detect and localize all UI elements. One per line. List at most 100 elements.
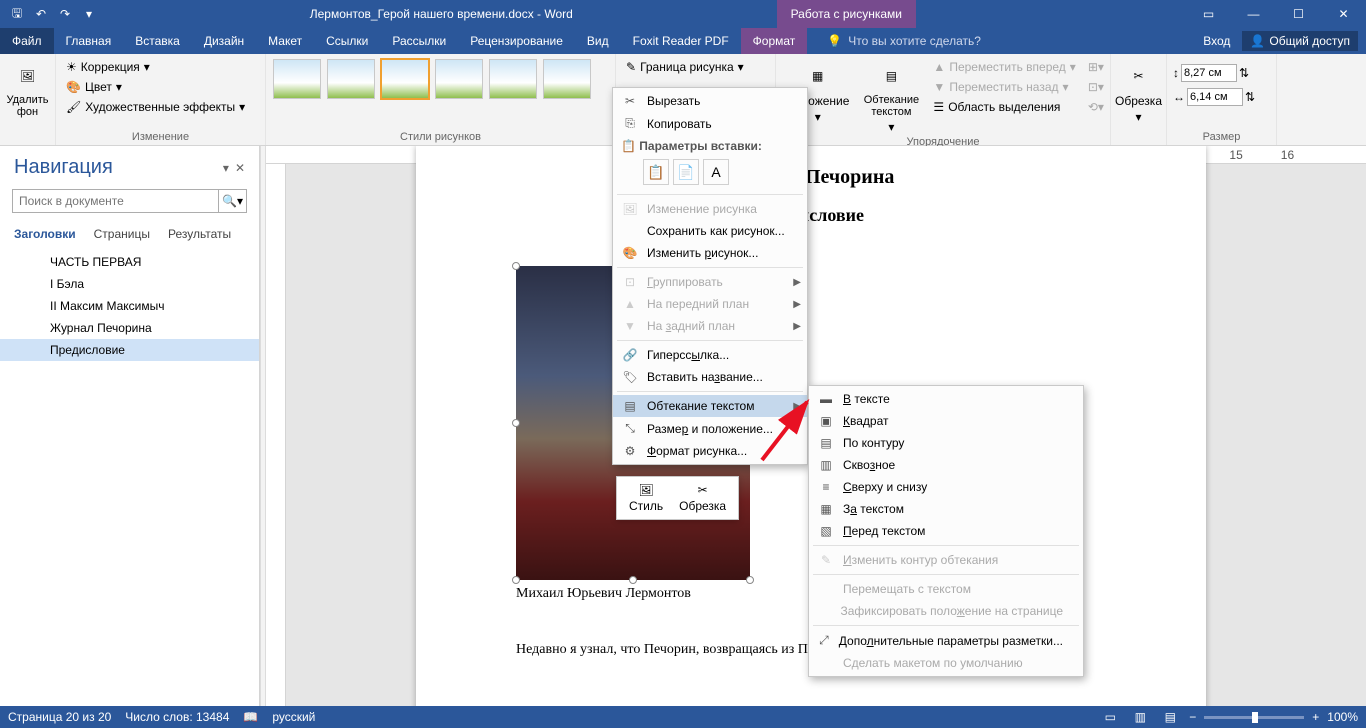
status-words[interactable]: Число слов: 13484 (125, 710, 229, 724)
backward-label: Переместить назад (949, 80, 1058, 94)
wrap-behind[interactable]: ▦За текстом (809, 498, 1083, 520)
wrap-more-options[interactable]: ⤢Дополнительные параметры разметки... (809, 629, 1083, 652)
undo-icon[interactable]: ↶ (30, 3, 52, 25)
zoom-slider[interactable] (1204, 716, 1304, 719)
wrap-inline[interactable]: ▬В тексте (809, 388, 1083, 410)
maximize-icon[interactable]: ☐ (1276, 0, 1321, 28)
status-spellcheck-icon[interactable]: 📖 (243, 710, 258, 724)
zoom-level[interactable]: 100% (1327, 710, 1358, 724)
nav-tab-results[interactable]: Результаты (168, 227, 231, 241)
width-field[interactable] (1187, 88, 1243, 106)
view-read-icon[interactable]: ▭ (1099, 708, 1121, 726)
corrections-button[interactable]: ☀ Коррекция ▾ (62, 58, 259, 76)
color-button[interactable]: 🎨 Цвет ▾ (62, 78, 259, 96)
tab-insert[interactable]: Вставка (123, 28, 192, 54)
nav-tab-pages[interactable]: Страницы (94, 227, 150, 241)
width-input[interactable]: ↔ ⇅ (1173, 88, 1270, 106)
redo-icon[interactable]: ↷ (54, 3, 76, 25)
tab-view[interactable]: Вид (575, 28, 621, 54)
tab-review[interactable]: Рецензирование (458, 28, 575, 54)
wrap-tight[interactable]: ▤По контуру (809, 432, 1083, 454)
tab-format[interactable]: Формат (741, 28, 808, 54)
artistic-effects-button[interactable]: 🖌 Художественные эффекты ▾ (62, 98, 259, 116)
paste-option-2[interactable]: 📄 (673, 159, 699, 185)
mini-crop-button[interactable]: ✂Обрезка (671, 481, 734, 515)
selection-pane-button[interactable]: ☰ Область выделения (929, 98, 1079, 116)
zoom-out-icon[interactable]: − (1189, 710, 1196, 724)
remove-background-button[interactable]: 🖼 Удалить фон (6, 58, 49, 120)
wrap-front[interactable]: ▧Перед текстом (809, 520, 1083, 542)
tab-layout[interactable]: Макет (256, 28, 314, 54)
format-icon: ⚙ (621, 444, 639, 458)
picture-style-2[interactable] (327, 59, 375, 99)
ctx-hyperlink[interactable]: 🔗Гиперссылка... (613, 344, 807, 366)
wrap-icon: ▤ (875, 60, 907, 92)
crop-button[interactable]: ✂Обрезка▾ (1117, 58, 1160, 126)
paste-option-3[interactable]: A (703, 159, 729, 185)
picture-style-3[interactable] (381, 59, 429, 99)
mini-style-button[interactable]: 🖼Стиль (621, 481, 671, 515)
status-language[interactable]: русский (272, 710, 315, 724)
nav-close-icon[interactable]: ✕ (235, 161, 245, 175)
status-page[interactable]: Страница 20 из 20 (8, 710, 111, 724)
resize-handle[interactable] (746, 576, 754, 584)
height-field[interactable] (1181, 64, 1237, 82)
picture-style-1[interactable] (273, 59, 321, 99)
picture-style-4[interactable] (435, 59, 483, 99)
outline-item[interactable]: II Максим Максимыч (0, 295, 259, 317)
view-web-icon[interactable]: ▤ (1159, 708, 1181, 726)
remove-background-icon: 🖼 (12, 60, 44, 92)
tab-foxit[interactable]: Foxit Reader PDF (621, 28, 741, 54)
vertical-ruler[interactable] (266, 164, 286, 706)
sign-in-button[interactable]: Вход (1195, 28, 1238, 54)
picture-style-6[interactable] (543, 59, 591, 99)
wrap-top-bottom[interactable]: ≡Сверху и снизу (809, 476, 1083, 498)
minimize-icon[interactable]: — (1231, 0, 1276, 28)
nav-menu-icon[interactable]: ▾ (223, 161, 229, 175)
qat-customize-icon[interactable]: ▾ (78, 3, 100, 25)
save-icon[interactable]: 🖫 (6, 3, 28, 25)
search-icon[interactable]: 🔍▾ (218, 190, 246, 212)
zoom-in-icon[interactable]: + (1312, 710, 1319, 724)
outline-item[interactable]: Журнал Печорина (0, 317, 259, 339)
ctx-cut[interactable]: ✂Вырезать (613, 90, 807, 112)
color-label: Цвет (85, 80, 112, 94)
tab-design[interactable]: Дизайн (192, 28, 256, 54)
ctx-edit-picture[interactable]: 🎨Изменить рисунок... (613, 242, 807, 264)
nav-search[interactable]: 🔍▾ (12, 189, 247, 213)
ctx-format-picture[interactable]: ⚙Формат рисунка... (613, 440, 807, 462)
resize-handle[interactable] (512, 419, 520, 427)
ctx-size-position[interactable]: ⤡Размер и положение... (613, 417, 807, 440)
ctx-wrap-text[interactable]: ▤Обтекание текстом▶ (613, 395, 807, 417)
resize-handle[interactable] (512, 576, 520, 584)
outline-item[interactable]: I Бэла (0, 273, 259, 295)
more-icon: ⤢ (817, 633, 831, 648)
paste-option-1[interactable]: 📋 (643, 159, 669, 185)
ctx-save-as-picture[interactable]: Сохранить как рисунок... (613, 220, 807, 242)
search-input[interactable] (13, 190, 218, 212)
wrap-text-button[interactable]: ▤Обтекание текстом▾ (857, 58, 925, 136)
close-icon[interactable]: ✕ (1321, 0, 1366, 28)
outline-item[interactable]: Предисловие (0, 339, 259, 361)
wrap-through[interactable]: ▥Сквозное (809, 454, 1083, 476)
ctx-insert-caption[interactable]: 🏷Вставить название... (613, 366, 807, 388)
resize-handle[interactable] (512, 262, 520, 270)
outline-item[interactable]: ЧАСТЬ ПЕРВАЯ (0, 251, 259, 273)
tab-home[interactable]: Главная (54, 28, 124, 54)
ctx-copy[interactable]: ⎘Копировать (613, 112, 807, 135)
ctx-send-back: ▼На задний план▶ (613, 315, 807, 337)
picture-border-button[interactable]: ✎ Граница рисунка ▾ (622, 58, 769, 76)
resize-handle[interactable] (629, 576, 637, 584)
picture-style-5[interactable] (489, 59, 537, 99)
wrap-square[interactable]: ▣Квадрат (809, 410, 1083, 432)
tell-me-search[interactable]: 💡 Что вы хотите сделать? (827, 34, 981, 48)
view-print-icon[interactable]: ▥ (1129, 708, 1151, 726)
nav-tab-headings[interactable]: Заголовки (14, 227, 76, 241)
tab-references[interactable]: Ссылки (314, 28, 380, 54)
tab-file[interactable]: Файл (0, 28, 54, 54)
height-input[interactable]: ↕ ⇅ (1173, 64, 1270, 82)
ribbon-options-icon[interactable]: ▭ (1186, 0, 1231, 28)
share-button[interactable]: 👤 Общий доступ (1242, 31, 1358, 51)
picture-tools-tab[interactable]: Работа с рисунками (777, 0, 916, 28)
tab-mailings[interactable]: Рассылки (380, 28, 458, 54)
